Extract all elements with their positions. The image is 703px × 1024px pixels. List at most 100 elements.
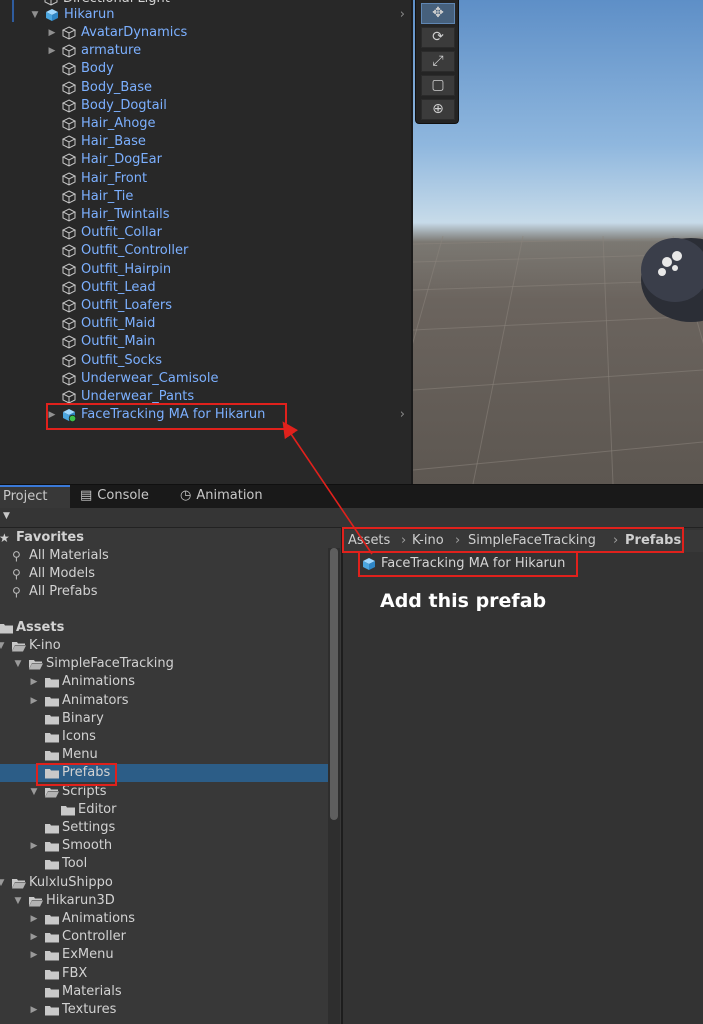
folder-item[interactable]: ▼ Scripts (0, 783, 328, 801)
folder-item[interactable]: Materials (0, 983, 328, 1001)
hierarchy-item-label: Hair_Base (81, 134, 146, 150)
hierarchy-item[interactable]: Outfit_Controller (0, 242, 411, 260)
folder-item[interactable]: Binary (0, 710, 328, 728)
hierarchy-item[interactable]: Hair_Front (0, 170, 411, 188)
open-prefab-chevron-icon[interactable]: › (400, 406, 405, 424)
hierarchy-item[interactable]: Body_Dogtail (0, 97, 411, 115)
transform-icon: ⊕ (432, 101, 444, 117)
hierarchy-item[interactable]: Hair_Twintails (0, 206, 411, 224)
hierarchy-item[interactable]: ▶ armature (0, 42, 411, 60)
expand-arrow-closed-icon[interactable]: ▶ (47, 42, 57, 60)
hierarchy-item[interactable]: Outfit_Main (0, 333, 411, 351)
expand-arrow-open-icon[interactable]: ▼ (13, 655, 23, 673)
folder-item[interactable]: ▼ Hikarun3D (0, 892, 328, 910)
folder-item[interactable]: ▶ Controller (0, 928, 328, 946)
hierarchy-item[interactable]: Underwear_Pants (0, 388, 411, 406)
gameobject-cube-icon (62, 117, 76, 131)
folder-item[interactable]: Editor (0, 801, 328, 819)
scale-tool-button[interactable]: ⤢ (421, 51, 455, 72)
hierarchy-item-label: Hair_DogEar (81, 152, 162, 168)
hierarchy-item[interactable]: Outfit_Maid (0, 315, 411, 333)
hierarchy-item[interactable]: Hair_DogEar (0, 151, 411, 169)
folder-item[interactable]: Icons (0, 728, 328, 746)
hierarchy-item[interactable]: Body_Base (0, 79, 411, 97)
star-icon: ★ (0, 531, 10, 545)
hierarchy-item-facetracking-prefab[interactable]: ▶ FaceTracking MA for Hikarun › (0, 406, 411, 424)
folder-item[interactable]: Menu (0, 746, 328, 764)
hierarchy-item-label: Outfit_Controller (81, 243, 189, 259)
expand-arrow-closed-icon[interactable]: ▶ (29, 837, 39, 855)
tab-animation[interactable]: ◷ Animation (180, 485, 290, 509)
hierarchy-item[interactable]: Hair_Ahoge (0, 115, 411, 133)
folder-item[interactable]: FBX (0, 965, 328, 983)
folder-item[interactable]: ▶ Animators (0, 692, 328, 710)
folder-item[interactable]: Tool (0, 855, 328, 873)
rotate-tool-button[interactable]: ⟳ (421, 27, 455, 48)
breadcrumb-assets[interactable]: Assets (348, 530, 390, 552)
hierarchy-item[interactable]: ▶ AvatarDynamics (0, 24, 411, 42)
expand-arrow-closed-icon[interactable]: ▶ (47, 406, 57, 424)
expand-arrow-open-icon[interactable]: ▼ (29, 783, 39, 801)
folder-item[interactable]: ▶ Textures (0, 1001, 328, 1019)
favorite-item[interactable]: ⚲ All Materials (0, 547, 328, 565)
expand-arrow-closed-icon[interactable]: ▶ (29, 946, 39, 964)
hierarchy-item[interactable]: Hair_Tie (0, 188, 411, 206)
folder-item[interactable]: Settings (0, 819, 328, 837)
hierarchy-item[interactable]: Underwear_Camisole (0, 370, 411, 388)
folder-item[interactable]: ▼ K-ino (0, 637, 328, 655)
favorite-item[interactable]: ⚲ All Prefabs (0, 583, 328, 601)
expand-arrow-closed-icon[interactable]: ▶ (47, 24, 57, 42)
folder-item[interactable]: ▶ Smooth (0, 837, 328, 855)
expand-arrow-closed-icon[interactable]: ▶ (29, 692, 39, 710)
folder-item[interactable]: ▼ KulxluShippo (0, 874, 328, 892)
assets-header[interactable]: Assets (0, 619, 328, 637)
folder-item[interactable]: ▼ SimpleFaceTracking (0, 655, 328, 673)
hierarchy-item[interactable]: Outfit_Socks (0, 352, 411, 370)
project-item-label: Smooth (62, 838, 113, 854)
folder-icon (45, 696, 59, 707)
gameobject-cube-icon (62, 172, 76, 186)
project-tree-scrollbar-thumb[interactable] (330, 548, 338, 820)
project-item-label: Tool (62, 856, 88, 872)
favorite-item[interactable]: ⚲ All Models (0, 565, 328, 583)
project-item-label: K-ino (29, 638, 61, 653)
folder-item[interactable]: ▶ ExMenu (0, 946, 328, 964)
transform-tool-button[interactable]: ⊕ (421, 99, 455, 120)
hierarchy-item[interactable]: Outfit_Hairpin (0, 261, 411, 279)
tab-project[interactable]: Project (0, 485, 70, 509)
hierarchy-item[interactable]: Hair_Base (0, 133, 411, 151)
hierarchy-item[interactable]: Outfit_Lead (0, 279, 411, 297)
expand-arrow-open-icon[interactable]: ▼ (0, 874, 6, 892)
tab-console[interactable]: ▤ Console (80, 485, 170, 509)
folder-item-selected[interactable]: Prefabs (0, 764, 328, 783)
hierarchy-item[interactable]: Outfit_Loafers (0, 297, 411, 315)
hierarchy-item[interactable]: Outfit_Collar (0, 224, 411, 242)
expand-arrow-closed-icon[interactable]: ▶ (29, 1001, 39, 1019)
expand-arrow-open-icon[interactable]: ▼ (13, 892, 23, 910)
breadcrumb-prefabs[interactable]: Prefabs (625, 530, 681, 552)
expand-arrow-open-icon[interactable]: ▼ (30, 6, 40, 24)
hierarchy-item-label: Outfit_Lead (81, 279, 156, 295)
hierarchy-item-label: Outfit_Hairpin (81, 261, 172, 277)
open-prefab-chevron-icon[interactable]: › (400, 6, 405, 24)
expand-arrow-open-icon[interactable]: ▼ (0, 637, 6, 655)
expand-arrow-closed-icon[interactable]: ▶ (29, 928, 39, 946)
breadcrumb-k-ino[interactable]: K-ino (412, 530, 444, 552)
expand-arrow-closed-icon[interactable]: ▶ (29, 673, 39, 691)
folder-item[interactable]: ▶ Animations (0, 910, 328, 928)
project-item-label: KulxluShippo (29, 874, 113, 890)
project-item-label: Textures (62, 1002, 117, 1017)
move-tool-button[interactable]: ✥ (421, 3, 455, 24)
rect-tool-button[interactable]: ▢ (421, 75, 455, 96)
hierarchy-item[interactable]: Body (0, 60, 411, 78)
expand-arrow-closed-icon[interactable]: ▶ (29, 910, 39, 928)
breadcrumb-simplefacetracking[interactable]: SimpleFaceTracking (468, 530, 596, 552)
project-item-label: Animations (62, 674, 136, 690)
favorites-header[interactable]: ★ Favorites (0, 529, 328, 547)
create-dropdown-icon[interactable]: ▼ (3, 511, 10, 521)
folder-icon (45, 714, 59, 725)
project-item-label: Favorites (16, 530, 84, 545)
avatar-model[interactable] (641, 238, 703, 322)
hierarchy-item-root[interactable]: ▼ Hikarun › (0, 6, 411, 24)
folder-item[interactable]: ▶ Animations (0, 673, 328, 691)
